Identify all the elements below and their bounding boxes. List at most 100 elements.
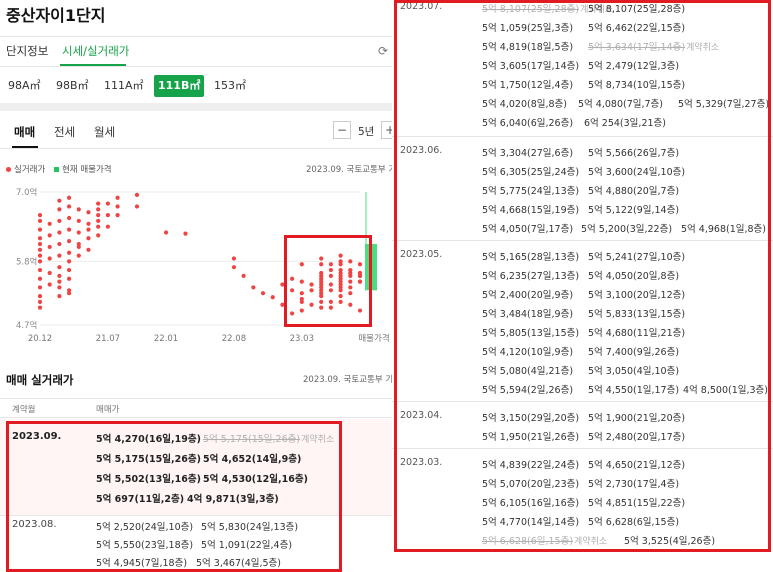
price-point bbox=[338, 267, 343, 273]
deal-entry: 5억 4,050(20일,8층) bbox=[588, 271, 680, 282]
price-point bbox=[96, 213, 101, 218]
deal-entry: 5억 3,050(4일,10층) bbox=[588, 366, 680, 377]
list-source: 2023.09. 국토교통부 기 bbox=[303, 375, 392, 385]
price-point bbox=[163, 230, 169, 235]
deal-entry: 5억 6,105(16일,16층) bbox=[482, 498, 580, 509]
column-price: 매매가 bbox=[96, 405, 120, 415]
tab-complex-info[interactable]: 단지정보 bbox=[6, 43, 48, 59]
deal-entry: 5억 1,750(12일,4층) bbox=[482, 80, 574, 91]
price-point bbox=[260, 291, 266, 296]
price-point bbox=[290, 288, 295, 293]
legend-actual: 실거래가 bbox=[14, 165, 46, 175]
deal-entry: 5억 6,040(6일,26층) bbox=[482, 118, 574, 129]
deal-entry-cancelled: 5억 3,634(17일,14층)계약취소 bbox=[588, 42, 720, 53]
deal-entry: 5억 5,175(15일,26층) bbox=[96, 454, 201, 465]
list-header: 계약월 매매가 bbox=[0, 398, 392, 418]
price-point bbox=[37, 227, 43, 232]
page-title: 중산자이1단지 bbox=[6, 6, 106, 25]
price-point bbox=[47, 282, 52, 287]
price-point bbox=[37, 293, 43, 299]
month-label: 2023.04. bbox=[400, 410, 443, 421]
price-point bbox=[319, 285, 324, 290]
price-point bbox=[241, 273, 246, 278]
deal-entry: 5억 1,091(22일,4층) bbox=[201, 540, 293, 551]
refresh-icon[interactable]: ⟳ bbox=[378, 44, 392, 58]
deal-entry: 5억 3,150(29일,20층) bbox=[482, 413, 580, 424]
price-point bbox=[37, 299, 43, 304]
x-tick-label: 21.07 bbox=[96, 334, 120, 344]
deal-entry: 5억 4,839(22일,24층) bbox=[482, 460, 580, 471]
price-point bbox=[115, 213, 120, 218]
area-option-98b[interactable]: 98B㎡ bbox=[52, 75, 93, 97]
price-point bbox=[47, 221, 52, 226]
price-point bbox=[319, 279, 324, 284]
price-point bbox=[37, 285, 43, 290]
price-point bbox=[66, 227, 72, 232]
deal-entry: 5억 5,200(3일,22층) bbox=[581, 224, 673, 235]
price-scatter-chart[interactable]: 7.0억 5.8억 4.7억 20.12 21.07 22.01 22.08 23.03 매물가… bbox=[0, 178, 392, 348]
price-point bbox=[37, 253, 43, 258]
price-point bbox=[338, 279, 343, 284]
price-point bbox=[338, 299, 343, 304]
price-point bbox=[338, 273, 343, 278]
deal-entry: 5억 5,805(13일,15층) bbox=[482, 328, 580, 339]
month-label: 2023.07. bbox=[400, 1, 443, 12]
month-label: 2023.08. bbox=[12, 519, 57, 530]
deal-entry: 5억 3,100(20일,12층) bbox=[588, 290, 686, 301]
tab-jeonse[interactable]: 전세 bbox=[54, 124, 75, 140]
tab-monthly-rent[interactable]: 월세 bbox=[94, 124, 115, 140]
deal-entry: 5억 4,550(1일,17층) bbox=[588, 385, 680, 396]
price-point bbox=[57, 253, 62, 258]
area-option-98a[interactable]: 98A㎡ bbox=[4, 75, 45, 97]
deal-entry: 5억 4,668(15일,19층) bbox=[482, 205, 580, 216]
price-point bbox=[290, 311, 295, 316]
area-option-111a[interactable]: 111A㎡ bbox=[100, 75, 148, 97]
price-point bbox=[348, 267, 353, 273]
deal-entry: 5억 4,080(7일,7층) bbox=[578, 99, 664, 110]
price-point bbox=[86, 247, 91, 252]
price-point bbox=[183, 231, 188, 236]
period-increase-button[interactable]: + bbox=[381, 121, 392, 139]
deal-entry: 5억 4,530(12일,16층) bbox=[203, 474, 308, 485]
deal-entry: 5억 2,400(20일,9층) bbox=[482, 290, 574, 301]
price-point bbox=[270, 295, 275, 300]
price-point bbox=[357, 262, 363, 267]
area-option-111b[interactable]: 111B㎡ bbox=[154, 75, 205, 97]
deal-entry: 5억 4,050(7일,17층) bbox=[482, 224, 574, 235]
price-point bbox=[57, 279, 62, 284]
deal-entry: 5억 6,305(25일,24층) bbox=[482, 167, 580, 178]
price-point bbox=[328, 288, 334, 293]
transaction-history-panel: 2023.07. 5억 8,107(25일,28층)계약취소 5억 8,107(… bbox=[392, 0, 773, 572]
divider bbox=[392, 401, 773, 402]
deal-entry: 5억 1,900(21일,20층) bbox=[588, 413, 686, 424]
price-point bbox=[96, 218, 101, 224]
tab-sale[interactable]: 매매 bbox=[14, 124, 35, 140]
deal-entry: 5억 3,467(4일,5층) bbox=[196, 558, 282, 569]
y-tick-label: 7.0억 bbox=[16, 187, 37, 198]
price-point bbox=[47, 256, 52, 261]
price-point bbox=[66, 267, 72, 273]
deal-entry: 5억 4,851(15일,22층) bbox=[588, 498, 686, 509]
deal-entry: 5억 2,480(20일,17층) bbox=[588, 432, 686, 443]
deal-entry: 5억 2,520(24일,10층) bbox=[96, 522, 194, 533]
price-point bbox=[348, 285, 353, 290]
price-point bbox=[57, 198, 62, 203]
price-point bbox=[76, 218, 81, 224]
price-point bbox=[66, 276, 72, 281]
price-point bbox=[338, 293, 343, 299]
period-decrease-button[interactable]: − bbox=[333, 121, 351, 139]
area-option-153[interactable]: 153㎡ bbox=[210, 75, 250, 97]
month-label: 2023.09. bbox=[12, 431, 62, 442]
price-point bbox=[57, 293, 62, 299]
price-point bbox=[251, 285, 256, 290]
deal-entry: 5억 5,165(28일,13층) bbox=[482, 252, 580, 263]
price-point bbox=[348, 259, 353, 264]
x-tick-label: 22.08 bbox=[222, 334, 246, 344]
deal-entry: 4억 8,500(1일,3층) bbox=[683, 385, 769, 396]
deal-entry: 5억 4,652(14일,9층) bbox=[203, 454, 302, 465]
deal-entry: 5억 4,945(7일,18층) bbox=[96, 558, 188, 569]
chart-legend: 실거래가 현재 매물가격 bbox=[6, 163, 112, 175]
price-point bbox=[37, 305, 43, 310]
tab-price[interactable]: 시세/실거래가 bbox=[62, 43, 129, 59]
price-point bbox=[134, 192, 140, 197]
